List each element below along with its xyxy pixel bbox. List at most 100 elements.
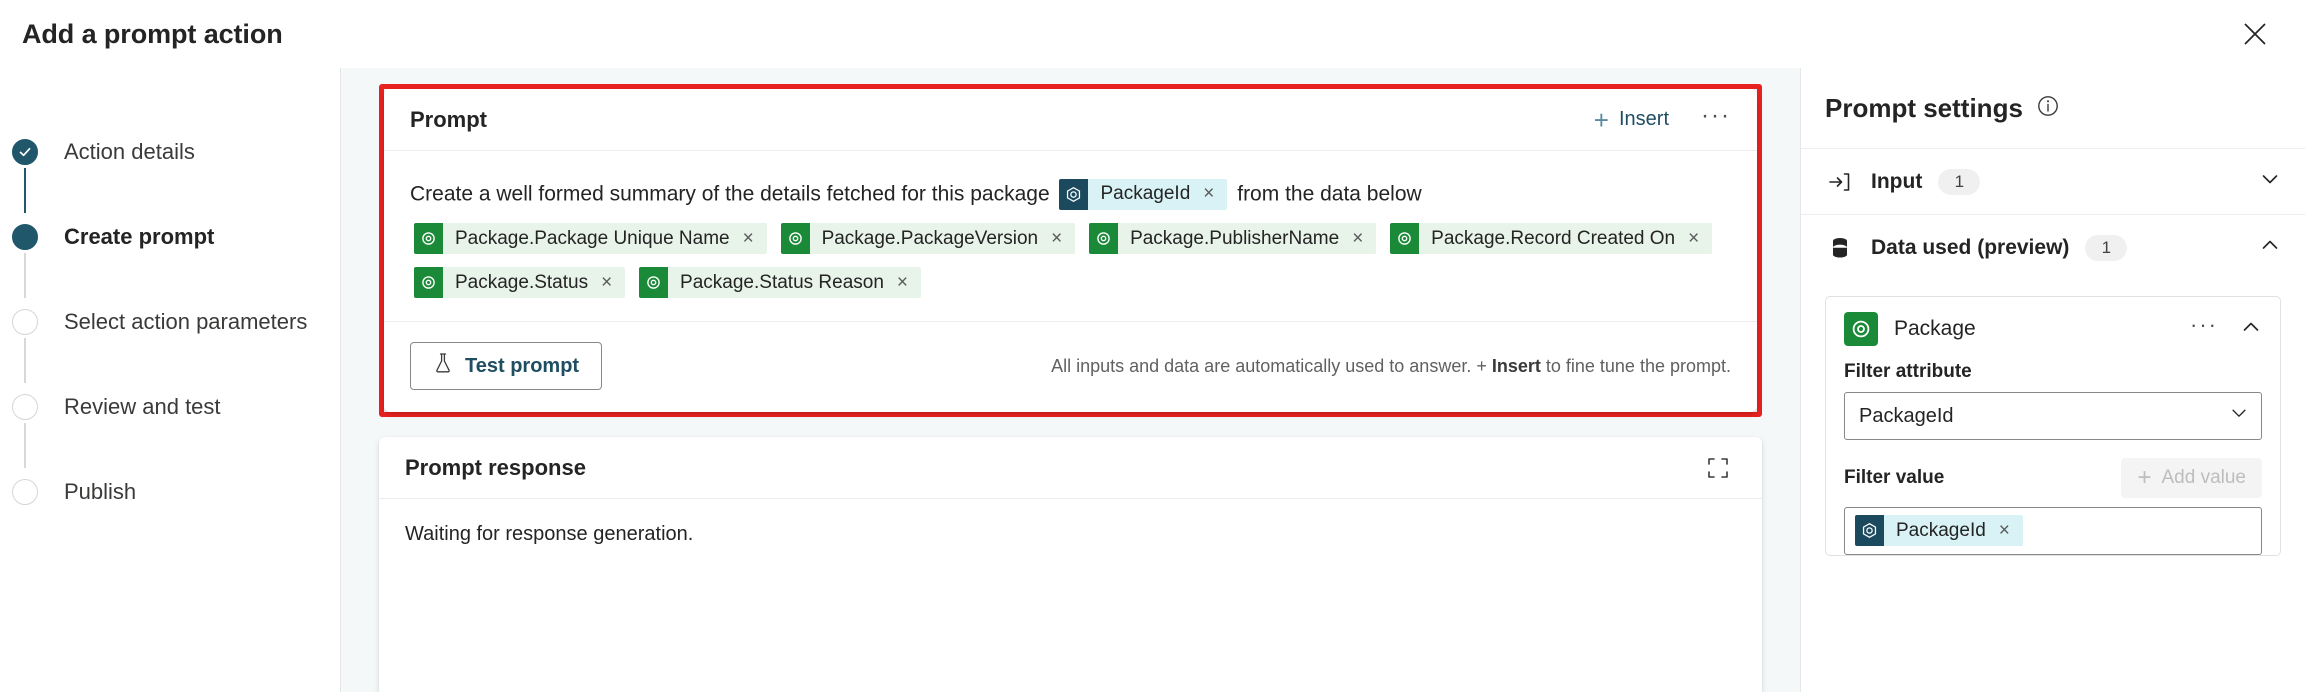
- section-data-used[interactable]: Data used (preview) 1: [1801, 214, 2305, 280]
- token-pill-package-version[interactable]: Package.PackageVersion ×: [780, 223, 1076, 255]
- dataverse-table-icon: [1844, 312, 1878, 346]
- filter-value-header: Filter value + Add value: [1844, 458, 2262, 498]
- token-pill-packageid[interactable]: PackageId ×: [1059, 178, 1228, 210]
- filter-attribute-field: Filter attribute PackageId: [1826, 361, 2280, 440]
- section-input[interactable]: Input 1: [1801, 148, 2305, 214]
- sidebar-item-label: Review and test: [64, 394, 221, 419]
- step-connector-1: [24, 168, 26, 213]
- token-pill-label: PackageId: [1088, 178, 1198, 210]
- hint-suffix: to fine tune the prompt.: [1540, 355, 1731, 376]
- add-value-label: Add value: [2161, 467, 2246, 488]
- dataverse-column-icon: [1390, 223, 1420, 255]
- sidebar-item-create-prompt[interactable]: Create prompt: [0, 217, 340, 257]
- token-pill-label: Package.Record Created On: [1419, 223, 1683, 255]
- hint-insert-word: Insert: [1491, 355, 1541, 376]
- filter-value-token-packageid[interactable]: PackageId ×: [1855, 515, 2023, 546]
- token-remove-icon[interactable]: ×: [890, 267, 922, 299]
- test-prompt-button[interactable]: Test prompt: [410, 342, 603, 391]
- token-remove-icon[interactable]: ×: [1045, 223, 1076, 255]
- dataverse-column-icon: [639, 267, 669, 299]
- chevron-up-icon[interactable]: [2259, 234, 2281, 261]
- data-source-card-package: Package ··· Filter attribute PackageId F…: [1825, 296, 2281, 556]
- dataverse-table-icon: [1059, 178, 1089, 210]
- prompt-response-body: Waiting for response generation.: [405, 523, 694, 546]
- prompt-footer-hint: All inputs and data are automatically us…: [1051, 356, 1731, 377]
- token-pill-label: Package.Status Reason: [668, 267, 891, 299]
- prompt-card-header: Prompt + Insert ···: [384, 89, 1757, 151]
- test-prompt-label: Test prompt: [465, 354, 580, 377]
- step-pending-icon: [12, 394, 38, 420]
- chevron-up-icon[interactable]: [2240, 316, 2262, 343]
- token-remove-icon[interactable]: ×: [1197, 178, 1228, 210]
- sidebar-item-label: Publish: [64, 479, 137, 504]
- filter-attribute-value: PackageId: [1859, 404, 1954, 427]
- hint-prefix: All inputs and data are automatically us…: [1051, 355, 1492, 376]
- prompt-card-footer: Test prompt All inputs and data are auto…: [384, 321, 1757, 412]
- section-label: Data used (preview): [1871, 235, 2070, 259]
- step-connector-3: [24, 338, 26, 383]
- token-pill-record-created-on[interactable]: Package.Record Created On ×: [1390, 223, 1713, 255]
- token-remove-icon[interactable]: ×: [1682, 223, 1713, 255]
- token-pill-label: PackageId: [1884, 515, 1993, 546]
- prompt-settings-header: Prompt settings: [1801, 68, 2305, 148]
- filter-attribute-select[interactable]: PackageId: [1844, 392, 2262, 440]
- page-title: Add a prompt action: [22, 18, 283, 49]
- add-prompt-action-dialog: Add a prompt action Action details Creat…: [0, 0, 2305, 692]
- flask-icon: [433, 352, 453, 380]
- input-arrow-icon: [1825, 170, 1855, 194]
- chevron-down-icon[interactable]: [2259, 168, 2281, 195]
- section-count-badge: 1: [1938, 168, 1981, 195]
- dataverse-column-icon: [780, 223, 810, 255]
- token-pill-label: Package.PublisherName: [1118, 223, 1347, 255]
- data-source-name: Package: [1894, 317, 1976, 340]
- prompt-static-text-before: Create a well formed summary of the deta…: [410, 182, 1050, 206]
- sidebar-item-review-and-test[interactable]: Review and test: [0, 387, 340, 427]
- dataverse-column-icon: [1089, 223, 1119, 255]
- step-current-icon: [12, 224, 38, 250]
- sidebar-item-label: Create prompt: [64, 224, 215, 249]
- token-pill-label: Package.PackageVersion: [809, 223, 1046, 255]
- sidebar-item-publish[interactable]: Publish: [0, 472, 340, 512]
- token-pill-status[interactable]: Package.Status ×: [414, 267, 626, 299]
- prompt-card-title: Prompt: [410, 106, 487, 132]
- token-pill-label: Package.Status: [443, 267, 596, 299]
- step-pending-icon: [12, 479, 38, 505]
- dataverse-table-icon: [1855, 515, 1884, 546]
- add-value-button[interactable]: + Add value: [2121, 458, 2262, 498]
- close-icon[interactable]: [2233, 12, 2277, 56]
- expand-icon[interactable]: [1700, 450, 1736, 486]
- token-remove-icon[interactable]: ×: [1346, 223, 1377, 255]
- filter-attribute-label: Filter attribute: [1844, 361, 1972, 382]
- step-check-icon: [12, 139, 38, 165]
- sidebar-item-select-action-parameters[interactable]: Select action parameters: [0, 302, 340, 342]
- dataverse-column-icon: [414, 223, 443, 255]
- token-remove-icon[interactable]: ×: [1992, 515, 2023, 546]
- step-connector-2: [24, 253, 26, 298]
- token-pill-package-unique-name[interactable]: Package.Package Unique Name ×: [414, 223, 767, 255]
- data-source-header[interactable]: Package ···: [1826, 297, 2280, 361]
- data-source-more-options-button[interactable]: ···: [2190, 314, 2218, 344]
- step-pending-icon: [12, 309, 38, 335]
- token-pill-publisher-name[interactable]: Package.PublisherName ×: [1089, 223, 1377, 255]
- sidebar-item-label: Action details: [64, 139, 195, 164]
- filter-value-field: Filter value + Add value PackageId ×: [1826, 458, 2280, 555]
- token-remove-icon[interactable]: ×: [595, 267, 626, 299]
- insert-button-label: Insert: [1618, 108, 1670, 130]
- prompt-card-highlight: Prompt + Insert ··· Create a well formed…: [379, 84, 1762, 418]
- info-icon[interactable]: [2037, 95, 2059, 122]
- prompt-static-text-after: from the data below: [1237, 182, 1422, 206]
- prompt-response-header: Prompt response: [379, 437, 1762, 500]
- insert-button[interactable]: + Insert: [1588, 103, 1675, 137]
- prompt-first-line: Create a well formed summary of the deta…: [410, 173, 1731, 215]
- prompt-editor[interactable]: Create a well formed summary of the deta…: [384, 151, 1757, 311]
- token-remove-icon[interactable]: ×: [736, 223, 767, 255]
- token-pill-status-reason[interactable]: Package.Status Reason ×: [639, 267, 922, 299]
- section-count-badge: 1: [2085, 234, 2128, 261]
- wizard-steps: Action details Create prompt Select acti…: [0, 68, 341, 692]
- token-pill-label: Package.Package Unique Name: [443, 223, 737, 255]
- sidebar-item-action-details[interactable]: Action details: [0, 132, 340, 172]
- prompt-response-card: Prompt response Waiting for response gen…: [379, 437, 1762, 692]
- prompt-more-options-button[interactable]: ···: [1701, 103, 1731, 136]
- prompt-response-title: Prompt response: [405, 454, 586, 480]
- filter-value-input[interactable]: PackageId ×: [1844, 507, 2262, 555]
